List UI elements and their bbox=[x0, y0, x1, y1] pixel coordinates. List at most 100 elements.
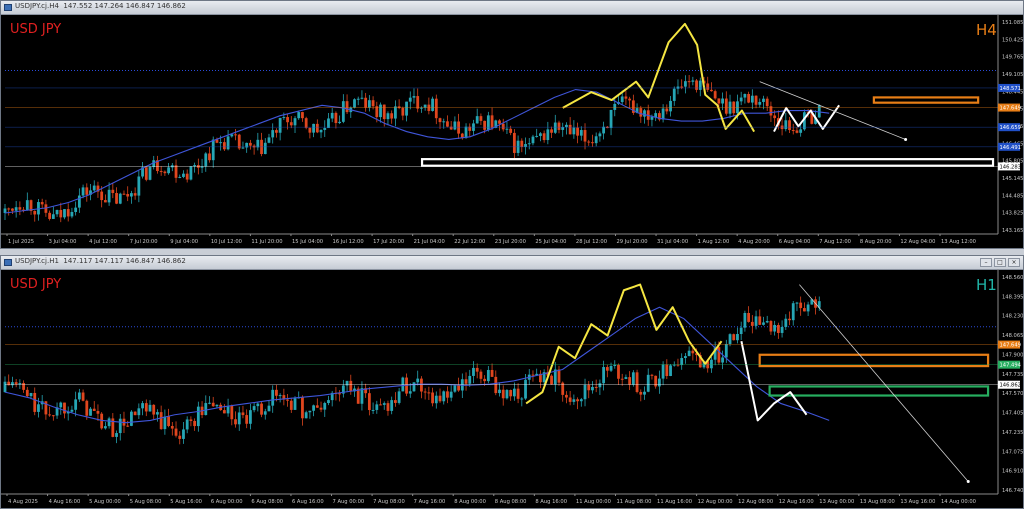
candle-body bbox=[743, 313, 747, 328]
candle-body bbox=[643, 110, 646, 117]
candle-body bbox=[773, 115, 777, 119]
time-tick-label: 8 Aug 00:00 bbox=[454, 499, 486, 505]
candle-body bbox=[795, 302, 799, 304]
candle-body bbox=[222, 410, 226, 414]
time-tick-label: 29 Jul 20:00 bbox=[616, 239, 647, 245]
chart-window-icon bbox=[4, 4, 12, 11]
candle-body bbox=[267, 405, 271, 412]
price-tick-label: 145.145 bbox=[1002, 176, 1023, 182]
candle-body bbox=[115, 433, 118, 437]
candle-body bbox=[63, 402, 66, 414]
price-tick-label: 147.735 bbox=[1002, 372, 1023, 378]
price-badge-label: 147.649 bbox=[1000, 343, 1021, 349]
price-tick-label: 149.765 bbox=[1002, 55, 1023, 61]
candle-body bbox=[278, 395, 282, 397]
chart-window-h4[interactable]: USDJPY.cj.H4 147.552 147.264 146.847 146… bbox=[0, 0, 1024, 249]
time-tick-label: 31 Jul 04:00 bbox=[657, 239, 688, 245]
candle-body bbox=[133, 411, 137, 416]
candle-body bbox=[650, 116, 654, 120]
candle-body bbox=[706, 83, 710, 90]
window-titlebar-h1[interactable]: USDJPY.cj.H1 147.117 147.117 146.847 146… bbox=[1, 256, 1023, 270]
candle-body bbox=[74, 399, 78, 410]
candle-body bbox=[438, 118, 442, 123]
candle-body bbox=[360, 97, 364, 99]
candle-body bbox=[750, 321, 754, 326]
candle-body bbox=[103, 200, 107, 203]
candle-body bbox=[70, 409, 74, 412]
candle-body bbox=[464, 379, 468, 384]
candle-body bbox=[643, 391, 646, 395]
candle-body bbox=[568, 397, 572, 402]
minimize-button[interactable]: – bbox=[980, 258, 992, 267]
candle-body bbox=[565, 394, 568, 398]
time-tick-label: 23 Jul 20:00 bbox=[495, 239, 526, 245]
candle-body bbox=[795, 130, 799, 133]
close-button[interactable]: × bbox=[1008, 258, 1020, 267]
time-tick-label: 5 Aug 08:00 bbox=[130, 499, 162, 505]
candle-body bbox=[144, 403, 148, 412]
candle-body bbox=[512, 388, 516, 397]
candle-body bbox=[267, 137, 271, 143]
price-badge-label: 146.659 bbox=[1000, 125, 1021, 131]
time-tick-label: 7 Aug 16:00 bbox=[414, 499, 446, 505]
time-tick-label: 4 Aug 16:00 bbox=[49, 499, 81, 505]
chart-window-h1[interactable]: USDJPY.cj.H1 147.117 147.117 146.847 146… bbox=[0, 255, 1024, 509]
candle-body bbox=[219, 142, 223, 144]
time-tick-label: 14 Aug 00:00 bbox=[941, 499, 976, 505]
candle-body bbox=[107, 418, 111, 427]
candle-body bbox=[553, 122, 557, 133]
price-tick-label: 148.065 bbox=[1002, 333, 1023, 339]
candle-body bbox=[594, 136, 598, 144]
time-tick-label: 13 Aug 12:00 bbox=[941, 239, 976, 245]
price-chart-h1[interactable]: 148.560 148.395 148.230 148.065 147.900 147.7… bbox=[1, 269, 1023, 508]
candle-body bbox=[170, 426, 174, 429]
candle-body bbox=[345, 101, 349, 113]
candle-body bbox=[367, 100, 371, 108]
trend-line bbox=[759, 81, 906, 140]
candle-body bbox=[137, 408, 141, 416]
candle-body bbox=[587, 141, 591, 143]
candle-body bbox=[624, 377, 628, 379]
candle-body bbox=[576, 399, 579, 402]
maximize-button[interactable]: □ bbox=[994, 258, 1006, 267]
candle-body bbox=[263, 411, 267, 415]
window-titlebar-h4[interactable]: USDJPY.cj.H4 147.552 147.264 146.847 146… bbox=[1, 1, 1023, 15]
price-chart-h4[interactable]: 151.085150.425149.765149.105148.445147.7… bbox=[1, 14, 1023, 248]
candle-body bbox=[226, 405, 230, 414]
candle-body bbox=[509, 390, 513, 397]
candle-body bbox=[516, 388, 520, 399]
candle-body bbox=[784, 120, 788, 130]
price-badge-label: 148.571 bbox=[1000, 86, 1021, 92]
candle-body bbox=[691, 350, 695, 354]
time-tick-label: 5 Aug 00:00 bbox=[89, 499, 121, 505]
candle-body bbox=[29, 392, 33, 397]
candle-body bbox=[338, 393, 342, 395]
candle-body bbox=[739, 97, 743, 102]
candle-body bbox=[661, 364, 665, 379]
candle-body bbox=[327, 118, 330, 129]
candle-body bbox=[323, 403, 327, 410]
candle-body bbox=[639, 391, 643, 395]
candle-body bbox=[501, 123, 505, 130]
candle-body bbox=[360, 388, 364, 404]
candle-body bbox=[520, 140, 524, 148]
candle-body bbox=[260, 403, 263, 415]
time-tick-label: 7 Jul 20:00 bbox=[130, 239, 158, 245]
candle-body bbox=[81, 187, 85, 196]
candle-body bbox=[189, 419, 193, 421]
candle-body bbox=[230, 405, 234, 420]
time-tick-label: 7 Aug 00:00 bbox=[333, 499, 365, 505]
candle-body bbox=[152, 404, 156, 415]
time-tick-label: 12 Aug 16:00 bbox=[779, 499, 814, 505]
candle-body bbox=[118, 418, 122, 434]
candle-body bbox=[312, 405, 316, 411]
candle-body bbox=[486, 369, 490, 382]
candle-body bbox=[472, 367, 475, 376]
candle-body bbox=[434, 395, 438, 404]
candle-body bbox=[591, 386, 594, 391]
candle-body bbox=[70, 211, 74, 217]
candle-body bbox=[163, 416, 167, 430]
candle-body bbox=[208, 153, 211, 161]
price-tick-label: 146.910 bbox=[1002, 469, 1023, 475]
candle-body bbox=[89, 408, 92, 416]
